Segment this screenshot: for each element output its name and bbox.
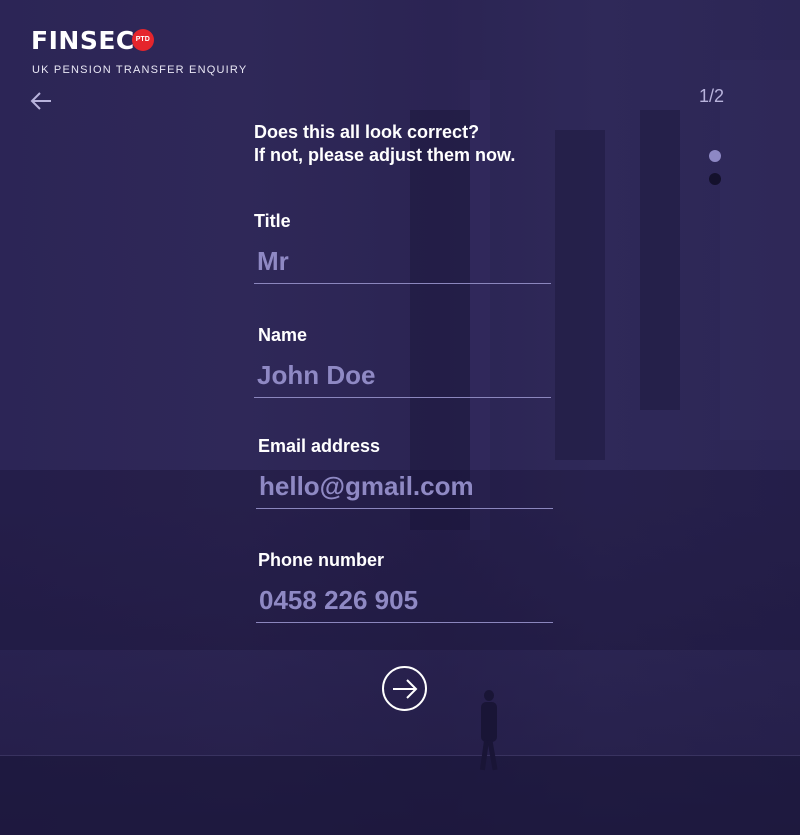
step-indicator: 1/2 <box>699 86 725 106</box>
form-heading: Does this all look correct? If not, plea… <box>254 121 515 167</box>
arrow-left-icon <box>30 92 51 110</box>
heading-line-2: If not, please adjust them now. <box>254 145 516 165</box>
phone-input[interactable] <box>256 581 553 623</box>
title-input[interactable] <box>254 242 551 284</box>
progress-dot-inactive <box>709 173 721 185</box>
logo: FINSEC PTD <box>31 26 154 55</box>
title-label: Title <box>254 211 291 231</box>
name-input[interactable] <box>254 356 551 398</box>
app-subtitle: UK PENSION TRANSFER ENQUIRY <box>32 64 248 76</box>
arrow-right-icon <box>392 678 417 699</box>
heading-line-1: Does this all look correct? <box>254 122 480 142</box>
logo-fin: FIN <box>31 26 80 55</box>
logo-badge: PTD <box>131 28 154 51</box>
logo-sec: SEC <box>79 26 135 55</box>
name-label: Name <box>258 325 308 345</box>
next-button[interactable] <box>382 666 427 711</box>
walking-person-silhouette <box>478 690 500 771</box>
phone-field: Phone number <box>256 550 553 623</box>
name-field: Name <box>254 325 551 398</box>
title-field: Title <box>254 211 551 284</box>
back-button[interactable] <box>30 90 52 112</box>
phone-label: Phone number <box>258 550 385 570</box>
email-input[interactable] <box>256 467 553 509</box>
progress-dot-active <box>709 150 721 162</box>
email-label: Email address <box>258 436 381 456</box>
email-field: Email address <box>256 436 553 509</box>
